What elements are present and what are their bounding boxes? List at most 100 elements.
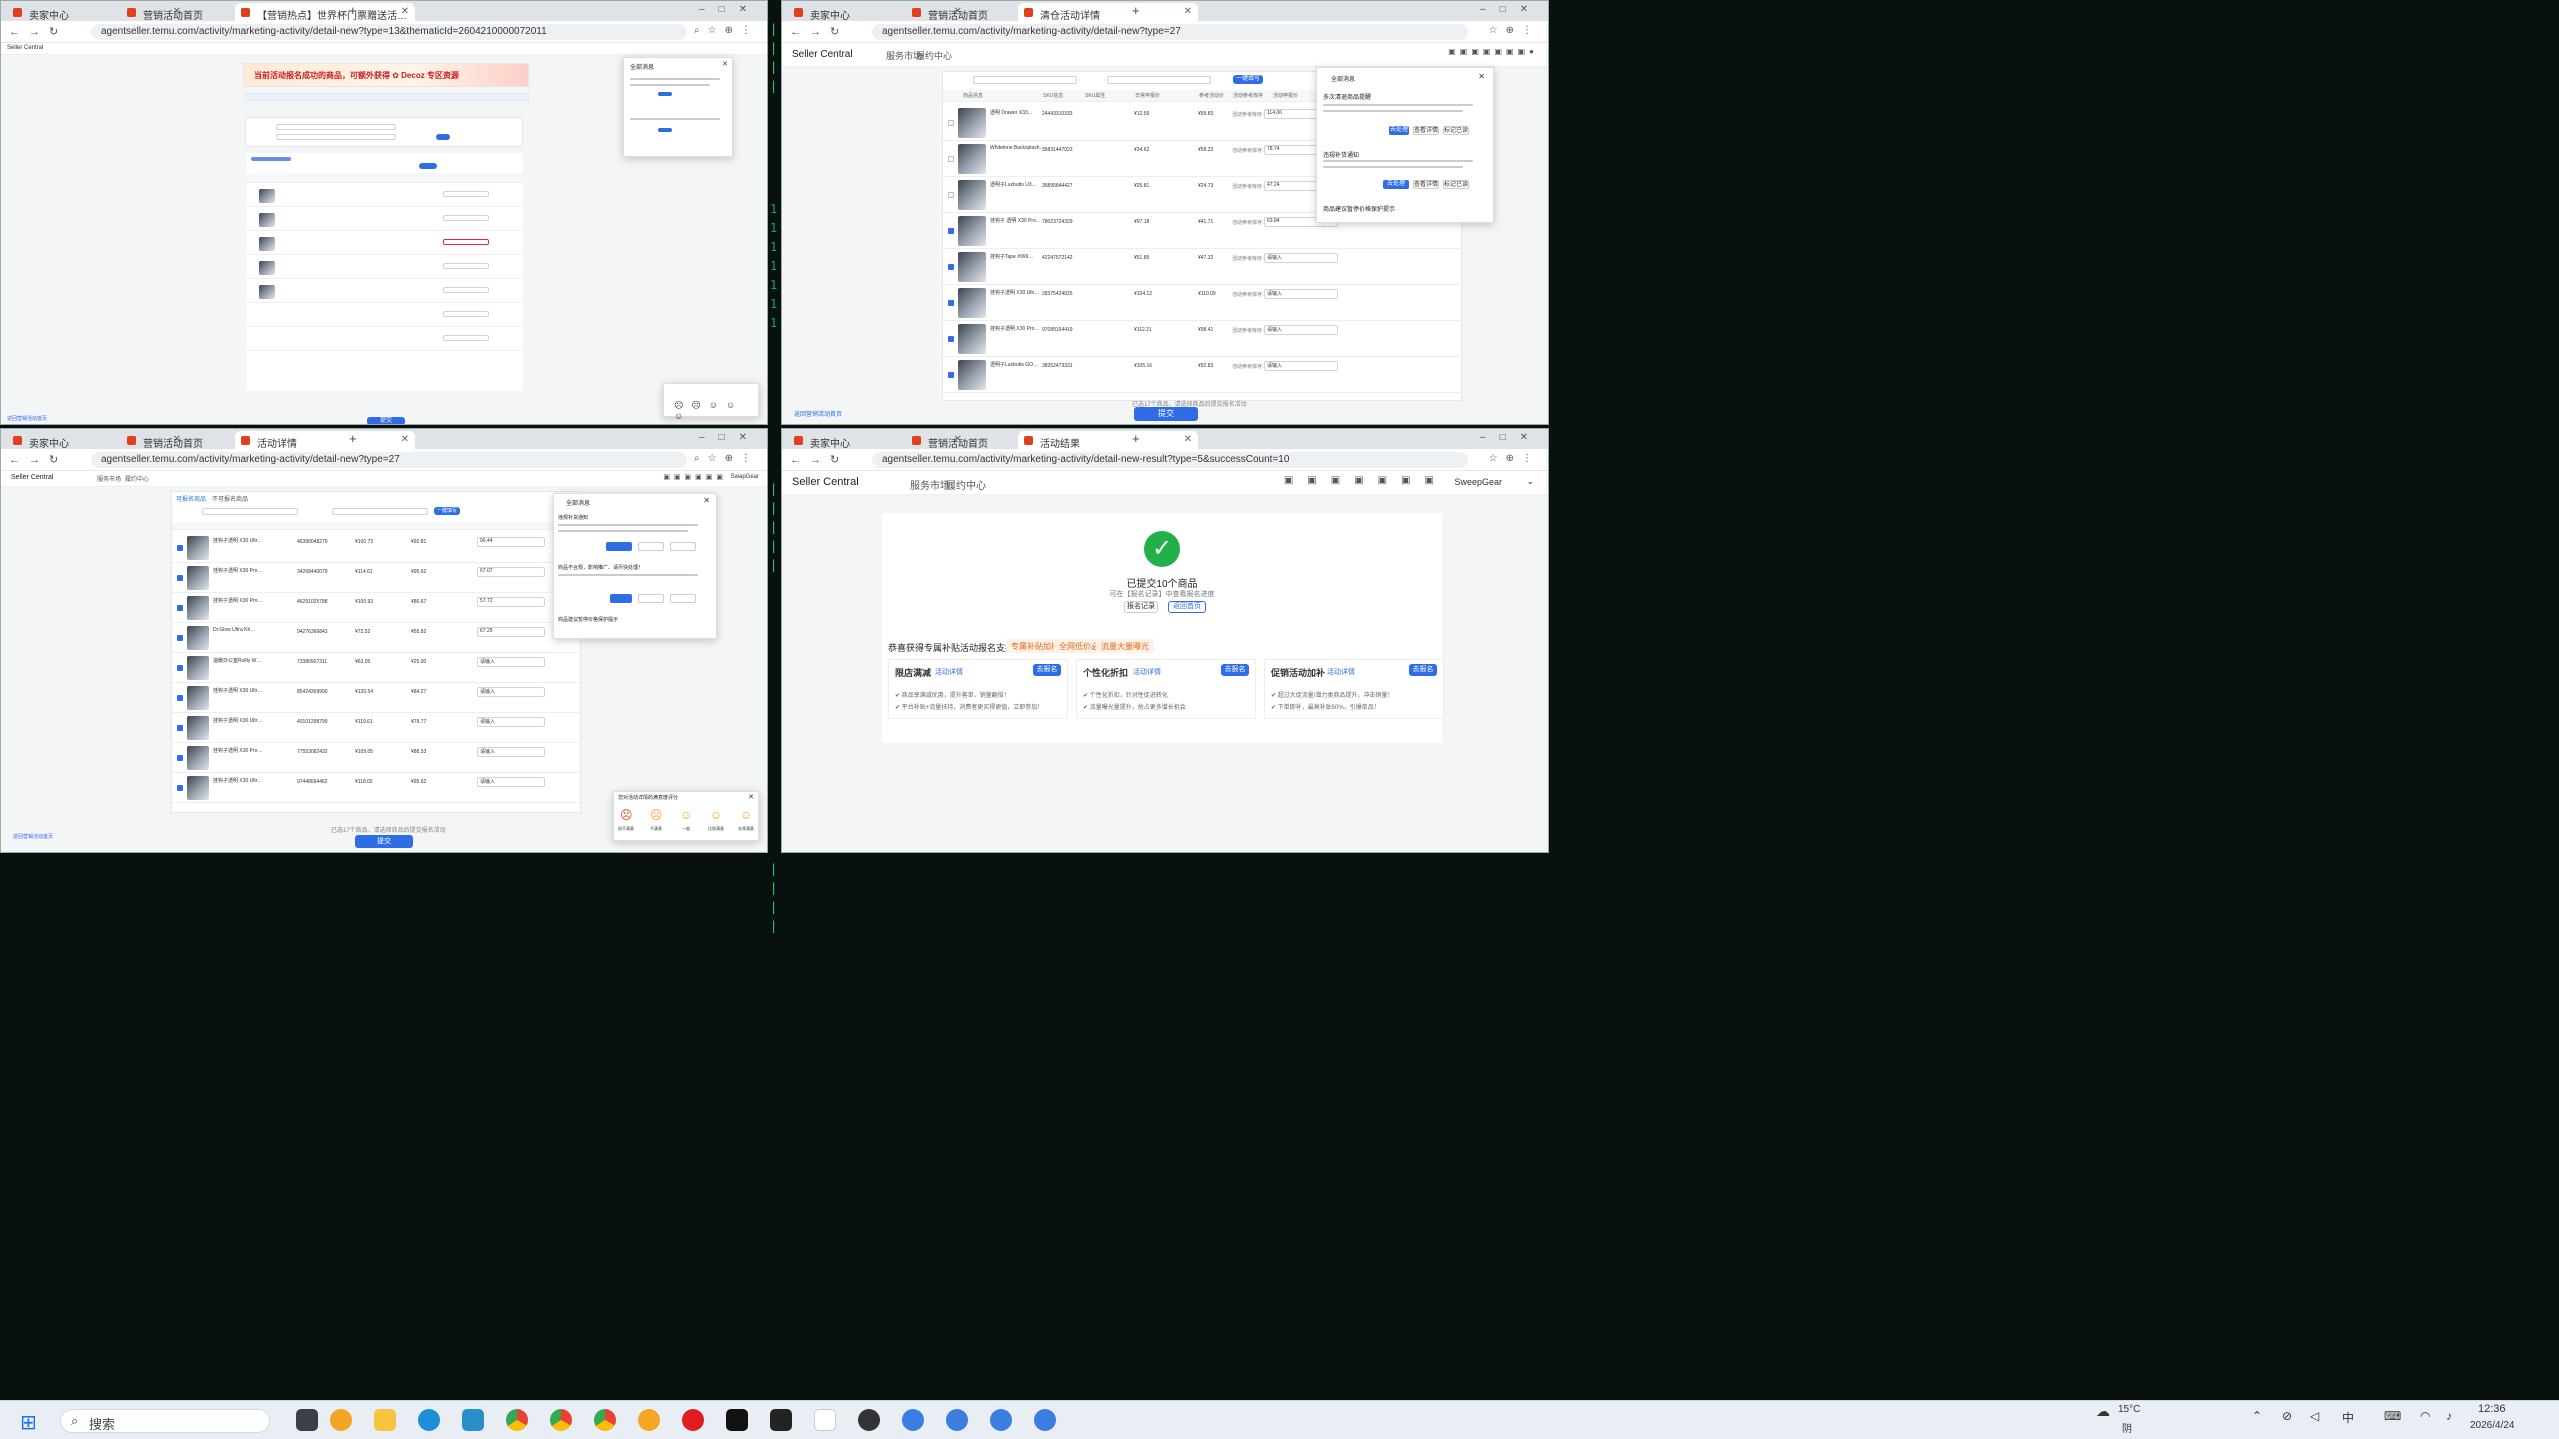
- very-dissatisfied-icon[interactable]: ☹: [620, 808, 633, 822]
- activity-price-input[interactable]: 请输入: [477, 747, 545, 757]
- row-checkbox[interactable]: [177, 785, 183, 791]
- dissatisfied-icon[interactable]: ☹: [650, 808, 663, 822]
- back-link[interactable]: 返回营销活动首页: [7, 415, 47, 422]
- chrome-icon[interactable]: [594, 1409, 616, 1431]
- clock-time[interactable]: 12:36: [2478, 1403, 2506, 1415]
- chevron-up-icon[interactable]: ⌃: [2252, 1409, 2262, 1423]
- rating-emoji-icons[interactable]: ☹☹☺☺☺: [674, 400, 758, 421]
- tab-unavailable[interactable]: 不可报名商品: [212, 494, 248, 503]
- app-icon[interactable]: [726, 1409, 748, 1431]
- chrome-profile-icon[interactable]: [902, 1409, 924, 1431]
- tab-clearance-detail[interactable]: 清仓活动详情 ✕: [1018, 3, 1198, 21]
- user-name[interactable]: SwapGear: [731, 474, 759, 480]
- nav-buttons[interactable]: ←→↻: [9, 453, 67, 466]
- nav-buttons[interactable]: ←→↻: [790, 25, 848, 38]
- activity-price-input[interactable]: 请输入: [477, 717, 545, 727]
- search-app-icon[interactable]: [330, 1409, 352, 1431]
- fill-all-button[interactable]: 一键填写: [1233, 75, 1263, 84]
- handle-button[interactable]: [610, 594, 632, 603]
- activity-price-input[interactable]: 请输入: [477, 777, 545, 787]
- browser-action-icons[interactable]: ⌕☆⊕⋮: [694, 453, 759, 464]
- submit-button[interactable]: 提交: [367, 417, 405, 424]
- row-checkbox[interactable]: [177, 575, 183, 581]
- activity-price-input[interactable]: 请输入: [1264, 361, 1338, 371]
- activity-price-input[interactable]: 90.44: [477, 537, 545, 547]
- query-button[interactable]: [436, 134, 450, 140]
- stock-select[interactable]: [332, 508, 428, 515]
- chrome-icon[interactable]: [550, 1409, 572, 1431]
- mark-read-button[interactable]: [670, 542, 696, 551]
- nav-buttons[interactable]: ←→↻: [9, 25, 67, 38]
- price-input[interactable]: [443, 335, 489, 341]
- submit-button[interactable]: 提交: [355, 835, 413, 848]
- price-input[interactable]: [443, 191, 489, 197]
- header-icons[interactable]: ▣▣▣▣▣▣▣●: [1448, 47, 1538, 56]
- tab-activity-result[interactable]: 活动结果 ✕: [1018, 431, 1198, 449]
- window-controls[interactable]: –□✕: [1480, 4, 1542, 15]
- tab-activity-detail[interactable]: 【营销热点】世界杯门票赠送活… ✕: [235, 3, 415, 21]
- view-detail-button[interactable]: [638, 542, 664, 551]
- row-checkbox[interactable]: [177, 755, 183, 761]
- row-checkbox[interactable]: [948, 264, 954, 270]
- activity-price-input[interactable]: 请输入: [477, 657, 545, 667]
- window-controls[interactable]: –□✕: [699, 4, 761, 15]
- header-icons[interactable]: ▣▣▣▣▣▣▣: [1284, 475, 1448, 486]
- network-icon[interactable]: ⊘: [2282, 1409, 2292, 1423]
- row-checkbox[interactable]: [177, 665, 183, 671]
- submit-button[interactable]: 提交: [1134, 407, 1198, 421]
- neutral-icon[interactable]: ☺: [680, 808, 692, 822]
- very-satisfied-icon[interactable]: ☺: [740, 808, 752, 822]
- activity-price-input[interactable]: 57.72: [477, 597, 545, 607]
- edge-icon[interactable]: [418, 1409, 440, 1431]
- register-button[interactable]: 去报名: [1221, 664, 1249, 676]
- back-home-button[interactable]: 返回首页: [1168, 601, 1206, 613]
- new-tab-button[interactable]: +: [349, 431, 357, 446]
- ime-indicator[interactable]: 中: [2342, 1409, 2354, 1426]
- back-link[interactable]: 返回营销活动首页: [13, 833, 53, 840]
- mark-read-button[interactable]: 标记已读: [1443, 126, 1469, 135]
- menu-fulfillment[interactable]: 履约中心: [125, 474, 149, 483]
- row-checkbox[interactable]: [948, 228, 954, 234]
- row-checkbox[interactable]: [177, 695, 183, 701]
- task-view-icon[interactable]: [296, 1409, 318, 1431]
- row-checkbox[interactable]: [948, 120, 954, 126]
- search-input[interactable]: [276, 124, 396, 130]
- user-name[interactable]: SweepGear: [1454, 477, 1502, 487]
- fill-all-button[interactable]: 一键填写: [434, 507, 460, 515]
- tab-available[interactable]: [251, 157, 291, 161]
- close-icon[interactable]: ✕: [722, 60, 728, 68]
- menu-fulfillment[interactable]: 履约中心: [916, 49, 952, 62]
- promo-card-link[interactable]: 活动详情: [935, 667, 963, 677]
- url-field[interactable]: agentseller.temu.com/activity/marketing-…: [91, 24, 687, 40]
- view-detail-button[interactable]: [638, 594, 664, 603]
- activity-price-input[interactable]: 请输入: [1264, 325, 1338, 335]
- close-icon[interactable]: ✕: [1478, 72, 1485, 81]
- row-checkbox[interactable]: [948, 156, 954, 162]
- row-checkbox[interactable]: [177, 635, 183, 641]
- close-icon[interactable]: ✕: [1184, 434, 1192, 445]
- row-checkbox[interactable]: [948, 336, 954, 342]
- keyboard-icon[interactable]: ⌨: [2384, 1409, 2401, 1423]
- price-input[interactable]: [443, 311, 489, 317]
- weather-icon[interactable]: ☁: [2096, 1403, 2110, 1420]
- handle-button[interactable]: 去处理: [1389, 126, 1409, 135]
- record-button[interactable]: 报名记录: [1124, 601, 1158, 613]
- activity-price-input[interactable]: 请输入: [1264, 253, 1338, 263]
- browser-action-icons[interactable]: ⌕☆⊕⋮: [694, 25, 759, 36]
- windows-start-icon[interactable]: ⊞: [20, 1410, 37, 1435]
- activity-price-input[interactable]: 请输入: [477, 687, 545, 697]
- chrome-profile-icon[interactable]: [1034, 1409, 1056, 1431]
- menu-fulfillment[interactable]: 履约中心: [946, 477, 986, 492]
- row-checkbox[interactable]: [177, 605, 183, 611]
- price-input[interactable]: [443, 263, 489, 269]
- back-link[interactable]: 返回营销活动首页: [794, 409, 842, 418]
- chrome-icon[interactable]: [506, 1409, 528, 1431]
- row-checkbox[interactable]: [948, 372, 954, 378]
- search-input-2[interactable]: [276, 134, 396, 140]
- chrome-profile-icon[interactable]: [946, 1409, 968, 1431]
- tab-available[interactable]: 可报名商品: [176, 494, 206, 503]
- url-field[interactable]: agentseller.temu.com/activity/marketing-…: [872, 24, 1468, 40]
- close-icon[interactable]: ✕: [703, 496, 710, 505]
- promo-card-link[interactable]: 活动详情: [1133, 667, 1161, 677]
- menu-service-market[interactable]: 服务市场: [910, 477, 950, 492]
